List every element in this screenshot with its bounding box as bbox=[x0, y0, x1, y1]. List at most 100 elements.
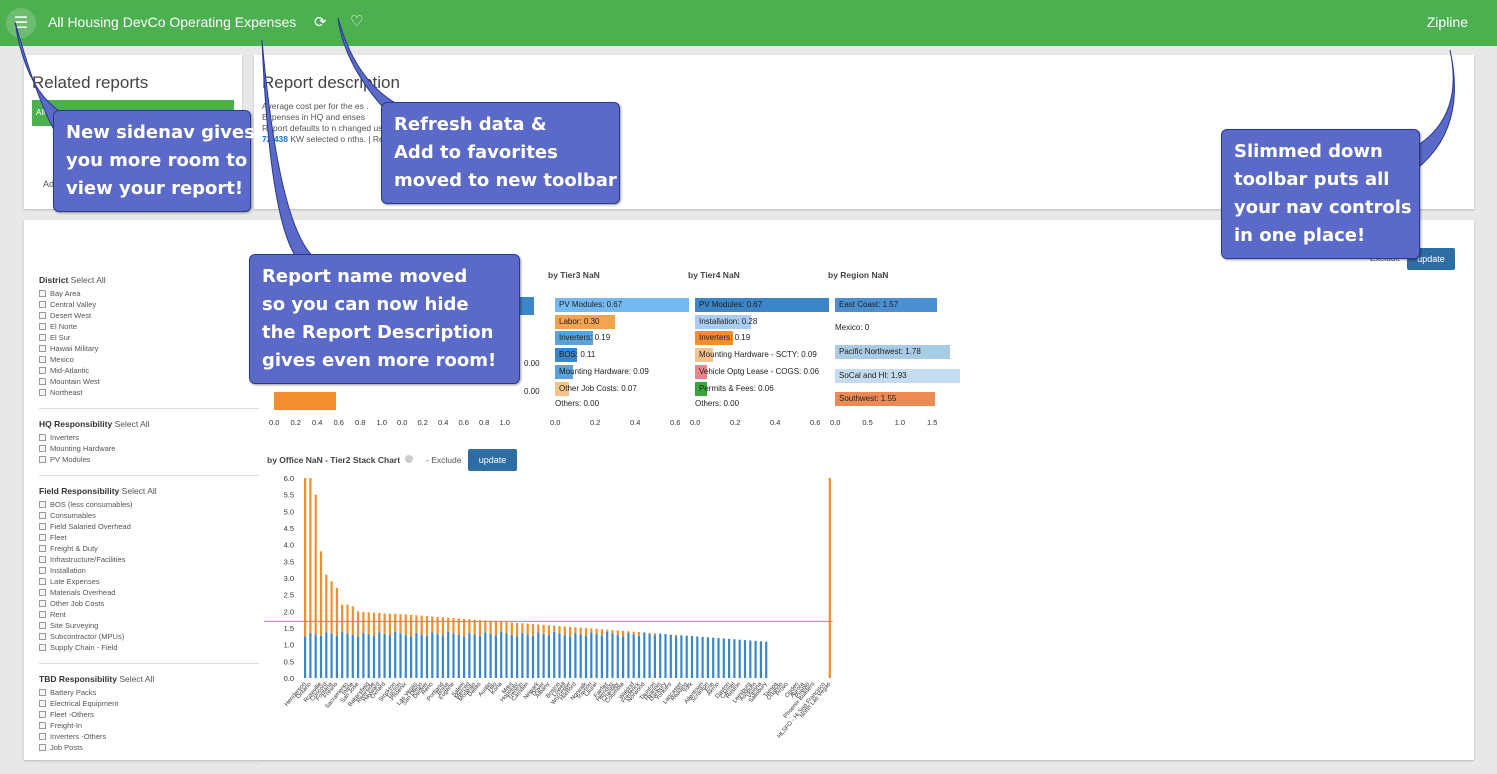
filter-checkbox[interactable] bbox=[39, 290, 46, 297]
office-bar-segment[interactable] bbox=[410, 615, 412, 636]
office-bar-segment[interactable] bbox=[617, 635, 619, 678]
filter-checkbox[interactable] bbox=[39, 700, 46, 707]
office-bar-segment[interactable] bbox=[654, 633, 656, 635]
office-bar-segment[interactable] bbox=[627, 633, 629, 678]
office-bar-segment[interactable] bbox=[596, 634, 598, 678]
filter-option[interactable]: Mounting Hardware bbox=[39, 443, 259, 454]
office-bar-segment[interactable] bbox=[686, 636, 688, 678]
filter-option[interactable]: Fleet -Others bbox=[39, 709, 259, 720]
region-bar[interactable]: Mexico: 0 bbox=[835, 323, 869, 332]
office-bar-segment[interactable] bbox=[373, 636, 375, 678]
filter-option[interactable]: Northeast bbox=[39, 387, 259, 398]
office-bar-segment[interactable] bbox=[415, 615, 417, 633]
tier3-bar[interactable]: BOS: 0.11 bbox=[555, 348, 577, 362]
filter-option[interactable]: Freight-In bbox=[39, 720, 259, 731]
filter-option[interactable]: El Norte bbox=[39, 321, 259, 332]
filter-option[interactable]: Desert West bbox=[39, 310, 259, 321]
office-bar-segment[interactable] bbox=[569, 627, 571, 636]
office-bar-segment[interactable] bbox=[362, 612, 364, 633]
filter-checkbox[interactable] bbox=[39, 633, 46, 640]
office-bar-segment[interactable] bbox=[638, 632, 640, 636]
office-bar-segment[interactable] bbox=[368, 612, 370, 634]
office-bar-segment[interactable] bbox=[431, 616, 433, 632]
office-bar-segment[interactable] bbox=[723, 638, 725, 678]
office-bar-segment[interactable] bbox=[638, 636, 640, 678]
office-bar-segment[interactable] bbox=[405, 614, 407, 634]
filter-checkbox[interactable] bbox=[39, 589, 46, 596]
filter-option[interactable]: Bay Area bbox=[39, 288, 259, 299]
filter-option[interactable]: Job Posts bbox=[39, 742, 259, 753]
office-bar-segment[interactable] bbox=[548, 635, 550, 678]
filter-option[interactable]: Field Salaried Overhead bbox=[39, 521, 259, 532]
office-bar-segment[interactable] bbox=[331, 634, 333, 678]
office-bar-segment[interactable] bbox=[516, 636, 518, 678]
filter-checkbox[interactable] bbox=[39, 545, 46, 552]
office-bar-segment[interactable] bbox=[611, 630, 613, 633]
tier3-bar[interactable]: Labor: 0.30 bbox=[555, 315, 615, 329]
office-bar-segment[interactable] bbox=[622, 631, 624, 636]
office-exclude-label[interactable]: - Exclude bbox=[426, 455, 461, 465]
office-bar-segment[interactable] bbox=[564, 635, 566, 678]
office-bar-segment[interactable] bbox=[590, 632, 592, 678]
tier4-bar[interactable]: Installation: 0.28 bbox=[695, 315, 751, 329]
office-bar-segment[interactable] bbox=[495, 635, 497, 678]
office-bar-segment[interactable] bbox=[463, 636, 465, 678]
office-bar-segment[interactable] bbox=[702, 637, 704, 678]
office-bar-segment[interactable] bbox=[574, 633, 576, 678]
filter-option[interactable]: El Sur bbox=[39, 332, 259, 343]
office-bar-segment[interactable] bbox=[564, 626, 566, 634]
filter-checkbox[interactable] bbox=[39, 722, 46, 729]
office-bar-segment[interactable] bbox=[691, 636, 693, 678]
filter-checkbox[interactable] bbox=[39, 456, 46, 463]
office-bar-segment[interactable] bbox=[521, 623, 523, 633]
office-bar-segment[interactable] bbox=[484, 632, 486, 678]
office-bar-segment[interactable] bbox=[346, 605, 348, 634]
office-bar-segment[interactable] bbox=[452, 618, 454, 633]
office-bar-segment[interactable] bbox=[304, 478, 306, 636]
filter-checkbox[interactable] bbox=[39, 334, 46, 341]
office-bar-segment[interactable] bbox=[505, 633, 507, 678]
office-bar-segment[interactable] bbox=[649, 633, 651, 634]
region-bar[interactable]: East Coast: 1.57 bbox=[835, 298, 937, 312]
office-bar-segment[interactable] bbox=[399, 633, 401, 678]
office-bar-segment[interactable] bbox=[590, 628, 592, 632]
office-bar-segment[interactable] bbox=[309, 478, 311, 633]
office-bar-segment[interactable] bbox=[331, 581, 333, 634]
office-bar-segment[interactable] bbox=[426, 616, 428, 636]
filter-option[interactable]: Electrical Equipment bbox=[39, 698, 259, 709]
office-bar-segment[interactable] bbox=[707, 637, 709, 678]
filter-option[interactable]: PV Modules bbox=[39, 454, 259, 465]
office-bar-segment[interactable] bbox=[696, 636, 698, 678]
filter-checkbox[interactable] bbox=[39, 378, 46, 385]
filter-option[interactable]: Central Valley bbox=[39, 299, 259, 310]
office-bar-segment[interactable] bbox=[373, 613, 375, 636]
office-bar-segment[interactable] bbox=[452, 633, 454, 678]
filter-option[interactable]: Infrastructure/Facilities bbox=[39, 554, 259, 565]
filter-checkbox[interactable] bbox=[39, 644, 46, 651]
office-bar-segment[interactable] bbox=[320, 636, 322, 678]
office-bar-segment[interactable] bbox=[558, 626, 560, 633]
filter-option[interactable]: Freight & Duty bbox=[39, 543, 259, 554]
office-bar-segment[interactable] bbox=[357, 611, 359, 636]
refresh-icon[interactable]: ⟳ bbox=[314, 13, 327, 31]
office-bar-segment[interactable] bbox=[325, 632, 327, 678]
office-bar-segment[interactable] bbox=[558, 633, 560, 678]
filter-checkbox[interactable] bbox=[39, 523, 46, 530]
office-bar-segment[interactable] bbox=[680, 635, 682, 678]
office-bar-segment[interactable] bbox=[527, 634, 529, 678]
office-bar-segment[interactable] bbox=[484, 620, 486, 632]
info-icon[interactable] bbox=[405, 455, 413, 463]
office-bar-segment[interactable] bbox=[399, 614, 401, 633]
office-bar-segment[interactable] bbox=[659, 634, 661, 678]
office-bar-segment[interactable] bbox=[468, 633, 470, 678]
filter-option[interactable]: Mid-Atlantic bbox=[39, 365, 259, 376]
office-bar-segment[interactable] bbox=[622, 636, 624, 678]
office-bar-segment[interactable] bbox=[553, 632, 555, 678]
office-bar-segment[interactable] bbox=[611, 633, 613, 678]
office-bar-segment[interactable] bbox=[410, 636, 412, 678]
office-bar-segment[interactable] bbox=[553, 626, 555, 632]
office-bar-segment[interactable] bbox=[633, 632, 635, 635]
office-bar-segment[interactable] bbox=[744, 640, 746, 678]
office-bar-segment[interactable] bbox=[341, 632, 343, 678]
tier3-bar[interactable]: PV Modules: 0.67 bbox=[555, 298, 689, 312]
